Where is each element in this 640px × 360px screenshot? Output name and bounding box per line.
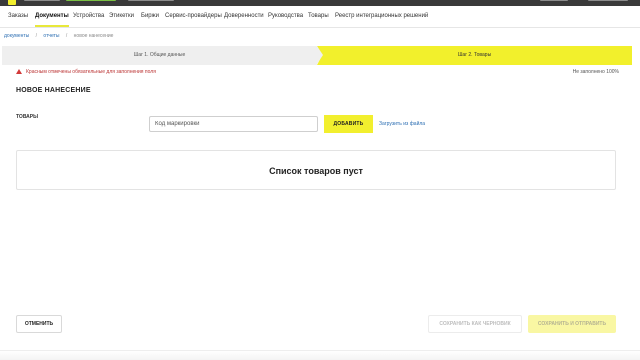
step-indicator: Шаг 1. Общие данные Шаг 2. Товары: [2, 46, 632, 65]
empty-list-message: Список товаров пуст: [269, 166, 363, 176]
breadcrumb-separator: /: [35, 33, 38, 39]
save-draft-button[interactable]: СОХРАНИТЬ КАК ЧЕРНОВИК: [428, 315, 522, 333]
nav-item-devices[interactable]: Устройства: [73, 13, 104, 19]
breadcrumb-documents[interactable]: документы: [4, 33, 29, 39]
top-bar-item[interactable]: [540, 0, 568, 1]
step-general-data[interactable]: Шаг 1. Общие данные: [2, 46, 323, 65]
warning-icon: [16, 69, 22, 74]
nav-item-guides[interactable]: Руководства: [268, 13, 303, 19]
upload-from-file-link[interactable]: Загрузить из файла: [379, 121, 425, 127]
fill-status: Не заполнено 100%: [572, 69, 619, 75]
nav-item-labels[interactable]: Этикетки: [109, 13, 134, 19]
required-fields-notice: Красным отмечены обязательные для заполн…: [16, 69, 156, 75]
nav-item-service-providers[interactable]: Сервис-провайдеры: [165, 13, 222, 19]
marking-code-input[interactable]: [149, 116, 318, 132]
breadcrumb-separator: /: [65, 33, 68, 39]
nav-item-documents[interactable]: Документы: [35, 13, 69, 27]
nav-item-goods[interactable]: Товары: [308, 13, 329, 19]
user-menu[interactable]: [588, 0, 628, 1]
top-bar-item[interactable]: [128, 0, 174, 1]
page-content: Заказы Документы Устройства Этикетки Бир…: [0, 6, 640, 360]
add-button[interactable]: ДОБАВИТЬ: [324, 115, 373, 133]
breadcrumb-current: новое нанесение: [73, 33, 114, 39]
top-bar-item[interactable]: [24, 0, 60, 1]
breadcrumb-reports[interactable]: отчеты: [43, 33, 59, 39]
top-bar-item[interactable]: [66, 0, 116, 1]
nav-item-power-of-attorney[interactable]: Доверенности: [224, 13, 264, 19]
app-logo[interactable]: [8, 0, 16, 5]
cancel-button[interactable]: ОТМЕНИТЬ: [16, 315, 62, 333]
goods-label: ТОВАРЫ: [16, 114, 39, 120]
breadcrumb: документы / отчеты / новое нанесение: [4, 33, 113, 39]
nav-item-orders[interactable]: Заказы: [8, 13, 28, 19]
page-title: НОВОЕ НАНЕСЕНИЕ: [16, 87, 91, 94]
save-and-send-button[interactable]: СОХРАНИТЬ И ОТПРАВИТЬ: [528, 315, 616, 333]
required-fields-text: Красным отмечены обязательные для заполн…: [26, 69, 156, 75]
goods-list: Список товаров пуст: [16, 150, 616, 190]
nav-item-exchanges[interactable]: Биржи: [141, 13, 159, 19]
step-goods[interactable]: Шаг 2. Товары: [317, 46, 632, 65]
footer-divider: [0, 350, 640, 360]
nav-item-integration-registry[interactable]: Реестр интеграционных решений: [335, 13, 428, 19]
main-nav: Заказы Документы Устройства Этикетки Бир…: [0, 6, 640, 28]
